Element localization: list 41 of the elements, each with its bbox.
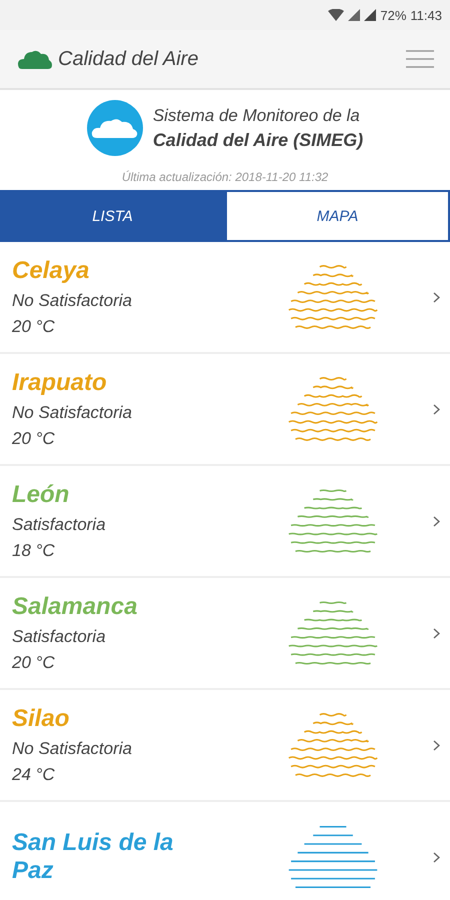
header-title: Calidad del Aire (SIMEG) [152, 130, 364, 150]
air-quality-status: No Satisfactoria [12, 291, 133, 311]
temperature: 20 °C [12, 429, 56, 449]
station-row[interactable]: Salamanca Satisfactoria 20 °C [0, 578, 450, 690]
city-name: Silao [12, 705, 70, 733]
station-row[interactable]: Silao No Satisfactoria 24 °C [0, 690, 450, 802]
signal-icon [348, 9, 360, 21]
city-name: Salamanca [12, 593, 138, 621]
signal-icon [364, 9, 376, 21]
last-update-text: Última actualización: 2018-11-20 11:32 [122, 170, 328, 184]
battery-level: 72% [380, 8, 406, 22]
city-name: Irapuato [12, 369, 108, 397]
cloud-icon [18, 49, 52, 69]
air-quality-status: No Satisfactoria [12, 739, 133, 759]
wifi-icon [328, 9, 344, 21]
chevron-icon [433, 852, 440, 862]
city-name: León [12, 481, 70, 509]
chevron-icon [433, 404, 440, 414]
app-title: Calidad del Aire [58, 48, 200, 70]
tab[interactable]: MAPA [225, 190, 450, 242]
temperature: 18 °C [12, 541, 56, 561]
station-row[interactable]: Irapuato No Satisfactoria 20 °C [0, 354, 450, 466]
air-quality-status: Satisfactoria [12, 515, 107, 535]
city-name: San Luis de la Paz [12, 829, 174, 885]
station-row[interactable]: León Satisfactoria 18 °C [0, 466, 450, 578]
menu-icon[interactable] [406, 50, 434, 68]
tab[interactable]: LISTA [0, 190, 225, 242]
chevron-icon [433, 740, 440, 750]
air-quality-status: Satisfactoria [12, 627, 107, 647]
header-subtitle: Sistema de Monitoreo de la [152, 106, 361, 126]
cloud-logo-icon [86, 100, 143, 156]
chevron-icon [433, 516, 440, 526]
temperature: 20 °C [12, 653, 56, 673]
temperature: 24 °C [12, 765, 56, 785]
clock: 11:43 [410, 8, 442, 22]
air-quality-status: No Satisfactoria [12, 403, 133, 423]
city-name: Celaya [12, 257, 90, 285]
chevron-icon [433, 292, 440, 302]
temperature: 20 °C [12, 317, 56, 337]
station-row[interactable]: Celaya No Satisfactoria 20 °C [0, 242, 450, 354]
chevron-icon [433, 628, 440, 638]
